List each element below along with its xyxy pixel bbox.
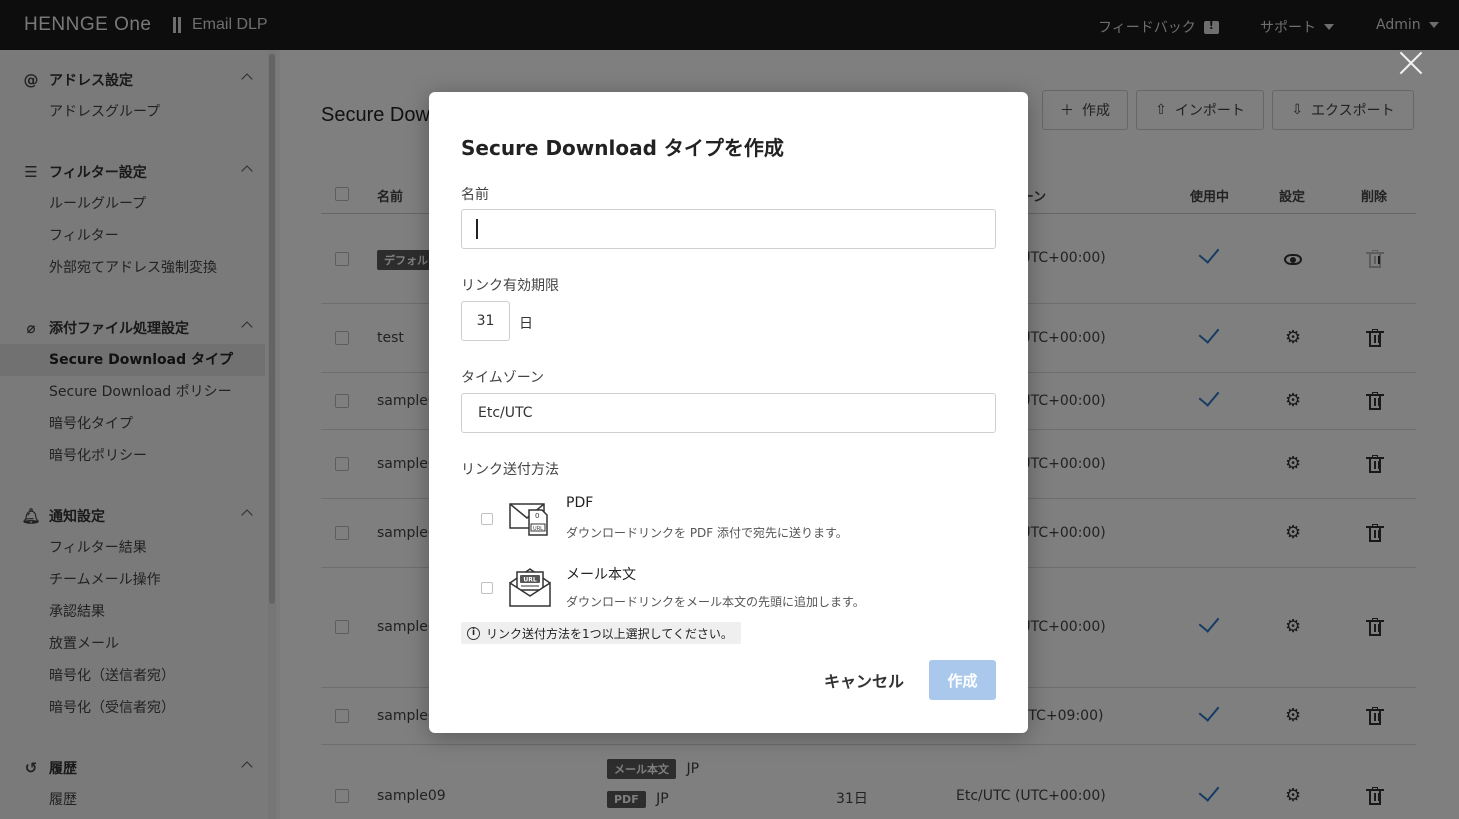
expiry-label: リンク有効期限 [461,278,559,294]
pdf-option-title: PDF [566,495,594,511]
create-dialog: Secure Download タイプを作成 名前 リンク有効期限 31 日 タ… [429,92,1028,733]
option-mail-body[interactable]: URL メール本文 ダウンロードリンクをメール本文の先頭に追加します。 [461,564,996,620]
svg-text:0: 0 [535,512,539,520]
expiry-unit: 日 [519,316,533,332]
info-icon: i [467,626,480,640]
dialog-title: Secure Download タイプを作成 [461,136,784,160]
expiry-input[interactable]: 31 [461,301,510,341]
cancel-button[interactable]: キャンセル [812,660,916,700]
method-label: リンク送付方法 [461,462,559,478]
option-pdf[interactable]: URL 0 PDF ダウンロードリンクを PDF 添付で宛先に送ります。 [461,495,996,551]
close-icon[interactable] [1398,50,1424,76]
mail-body-option-title: メール本文 [566,567,636,583]
pdf-envelope-icon: URL 0 [509,503,548,536]
timezone-label: タイムゾーン [461,370,545,386]
pdf-checkbox[interactable] [481,513,493,525]
submit-create-button[interactable]: 作成 [929,660,996,700]
timezone-select[interactable]: Etc/UTC [461,393,996,433]
hint-text: リンク送付方法を1つ以上選択してください。 [486,626,733,641]
mail-body-option-desc: ダウンロードリンクをメール本文の先頭に追加します。 [566,595,865,609]
name-label: 名前 [461,187,489,203]
mail-body-checkbox[interactable] [481,582,493,594]
text-cursor [476,219,478,239]
name-input[interactable] [461,209,996,249]
validation-hint: i リンク送付方法を1つ以上選択してください。 [461,622,741,644]
svg-text:URL: URL [523,577,536,584]
pdf-option-desc: ダウンロードリンクを PDF 添付で宛先に送ります。 [566,526,848,540]
svg-text:URL: URL [533,526,543,532]
url-envelope-icon: URL [509,568,551,607]
